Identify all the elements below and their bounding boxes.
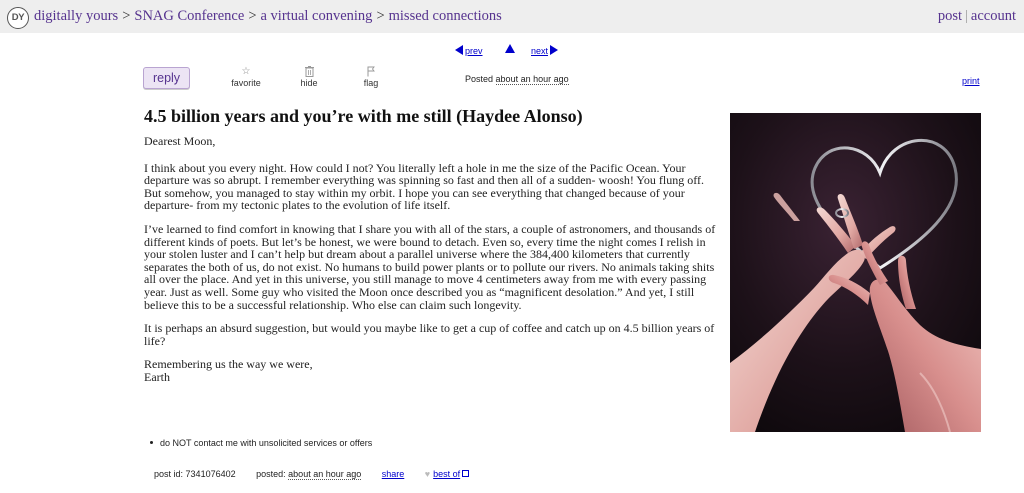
star-icon: ☆ — [241, 66, 251, 77]
breadcrumb-site[interactable]: digitally yours — [34, 8, 118, 24]
breadcrumb-category[interactable]: missed connections — [389, 8, 502, 24]
reply-button[interactable]: reply — [143, 67, 190, 89]
prev-arrow-icon — [455, 45, 463, 55]
post-body: Dearest Moon, I think about you every ni… — [144, 135, 716, 395]
breadcrumb-separator: > — [122, 8, 131, 24]
prev-label: prev — [465, 46, 483, 56]
post-id: post id: 7341076402 — [154, 469, 236, 479]
next-label: next — [531, 46, 549, 56]
bullet-icon — [150, 441, 153, 444]
breadcrumb-separator: > — [376, 8, 385, 24]
post-info: post id: 7341076402 posted: about an hou… — [154, 469, 470, 480]
hands-heart-illustration — [730, 113, 981, 432]
posted-footer-time: about an hour ago — [288, 469, 362, 480]
share-link[interactable]: share — [382, 469, 405, 479]
posted-date: Posted about an hour ago — [465, 74, 569, 85]
posted-footer: posted: about an hour ago — [256, 469, 362, 480]
breadcrumb-separator: > — [248, 8, 257, 24]
site-logo[interactable]: DY — [7, 7, 29, 29]
post-id-label: post id: — [154, 469, 184, 479]
account-link[interactable]: account — [971, 8, 1016, 24]
hide-label: hide — [300, 78, 318, 88]
post-signature: Earth — [144, 369, 170, 384]
breadcrumb-convening[interactable]: a virtual convening — [261, 8, 373, 24]
notice-item: do NOT contact me with unsolicited servi… — [160, 438, 373, 448]
print-link[interactable]: print — [962, 76, 980, 86]
nav-divider: | — [965, 8, 968, 24]
favorite-button[interactable]: ☆ favorite — [229, 66, 263, 88]
flag-icon — [361, 66, 381, 78]
post-paragraph: I’ve learned to find comfort in knowing … — [144, 221, 716, 312]
up-arrow-icon — [505, 44, 515, 53]
help-icon[interactable] — [462, 470, 470, 477]
posted-footer-label: posted: — [256, 469, 286, 479]
post-title: 4.5 billion years and you’re with me sti… — [144, 106, 583, 126]
post-signoff: Remembering us the way we were, Earth — [144, 358, 716, 383]
post-id-value: 7341076402 — [185, 469, 236, 479]
flag-button[interactable]: flag — [361, 66, 381, 88]
up-link[interactable] — [505, 44, 515, 54]
breadcrumb-conference[interactable]: SNAG Conference — [134, 8, 244, 24]
posted-time: about an hour ago — [495, 74, 569, 85]
trash-icon — [298, 66, 320, 78]
next-arrow-icon — [550, 45, 559, 55]
flag-label: flag — [363, 78, 379, 88]
posted-label: Posted — [465, 74, 494, 84]
hide-button[interactable]: hide — [298, 66, 320, 88]
best-of-link[interactable]: best of — [433, 469, 460, 479]
post-link[interactable]: post — [938, 8, 962, 24]
post-image[interactable] — [730, 113, 981, 432]
breadcrumb: digitally yours > SNAG Conference > a virtua… — [34, 8, 502, 25]
prev-link[interactable]: prev — [455, 45, 483, 56]
favorite-label: favorite — [231, 78, 261, 88]
post-paragraph: I think about you every night. How could… — [144, 160, 704, 213]
top-bar: DY digitally yours > SNAG Conference > a vir… — [0, 0, 1024, 33]
account-nav: post | account — [938, 8, 1016, 25]
post-paragraph: It is perhaps an absurd suggestion, but … — [144, 321, 715, 348]
notices-list: do NOT contact me with unsolicited servi… — [150, 438, 372, 448]
next-link[interactable]: next — [531, 45, 559, 56]
post-greeting: Dearest Moon, — [144, 134, 216, 148]
heart-icon: ♥ — [424, 469, 431, 479]
